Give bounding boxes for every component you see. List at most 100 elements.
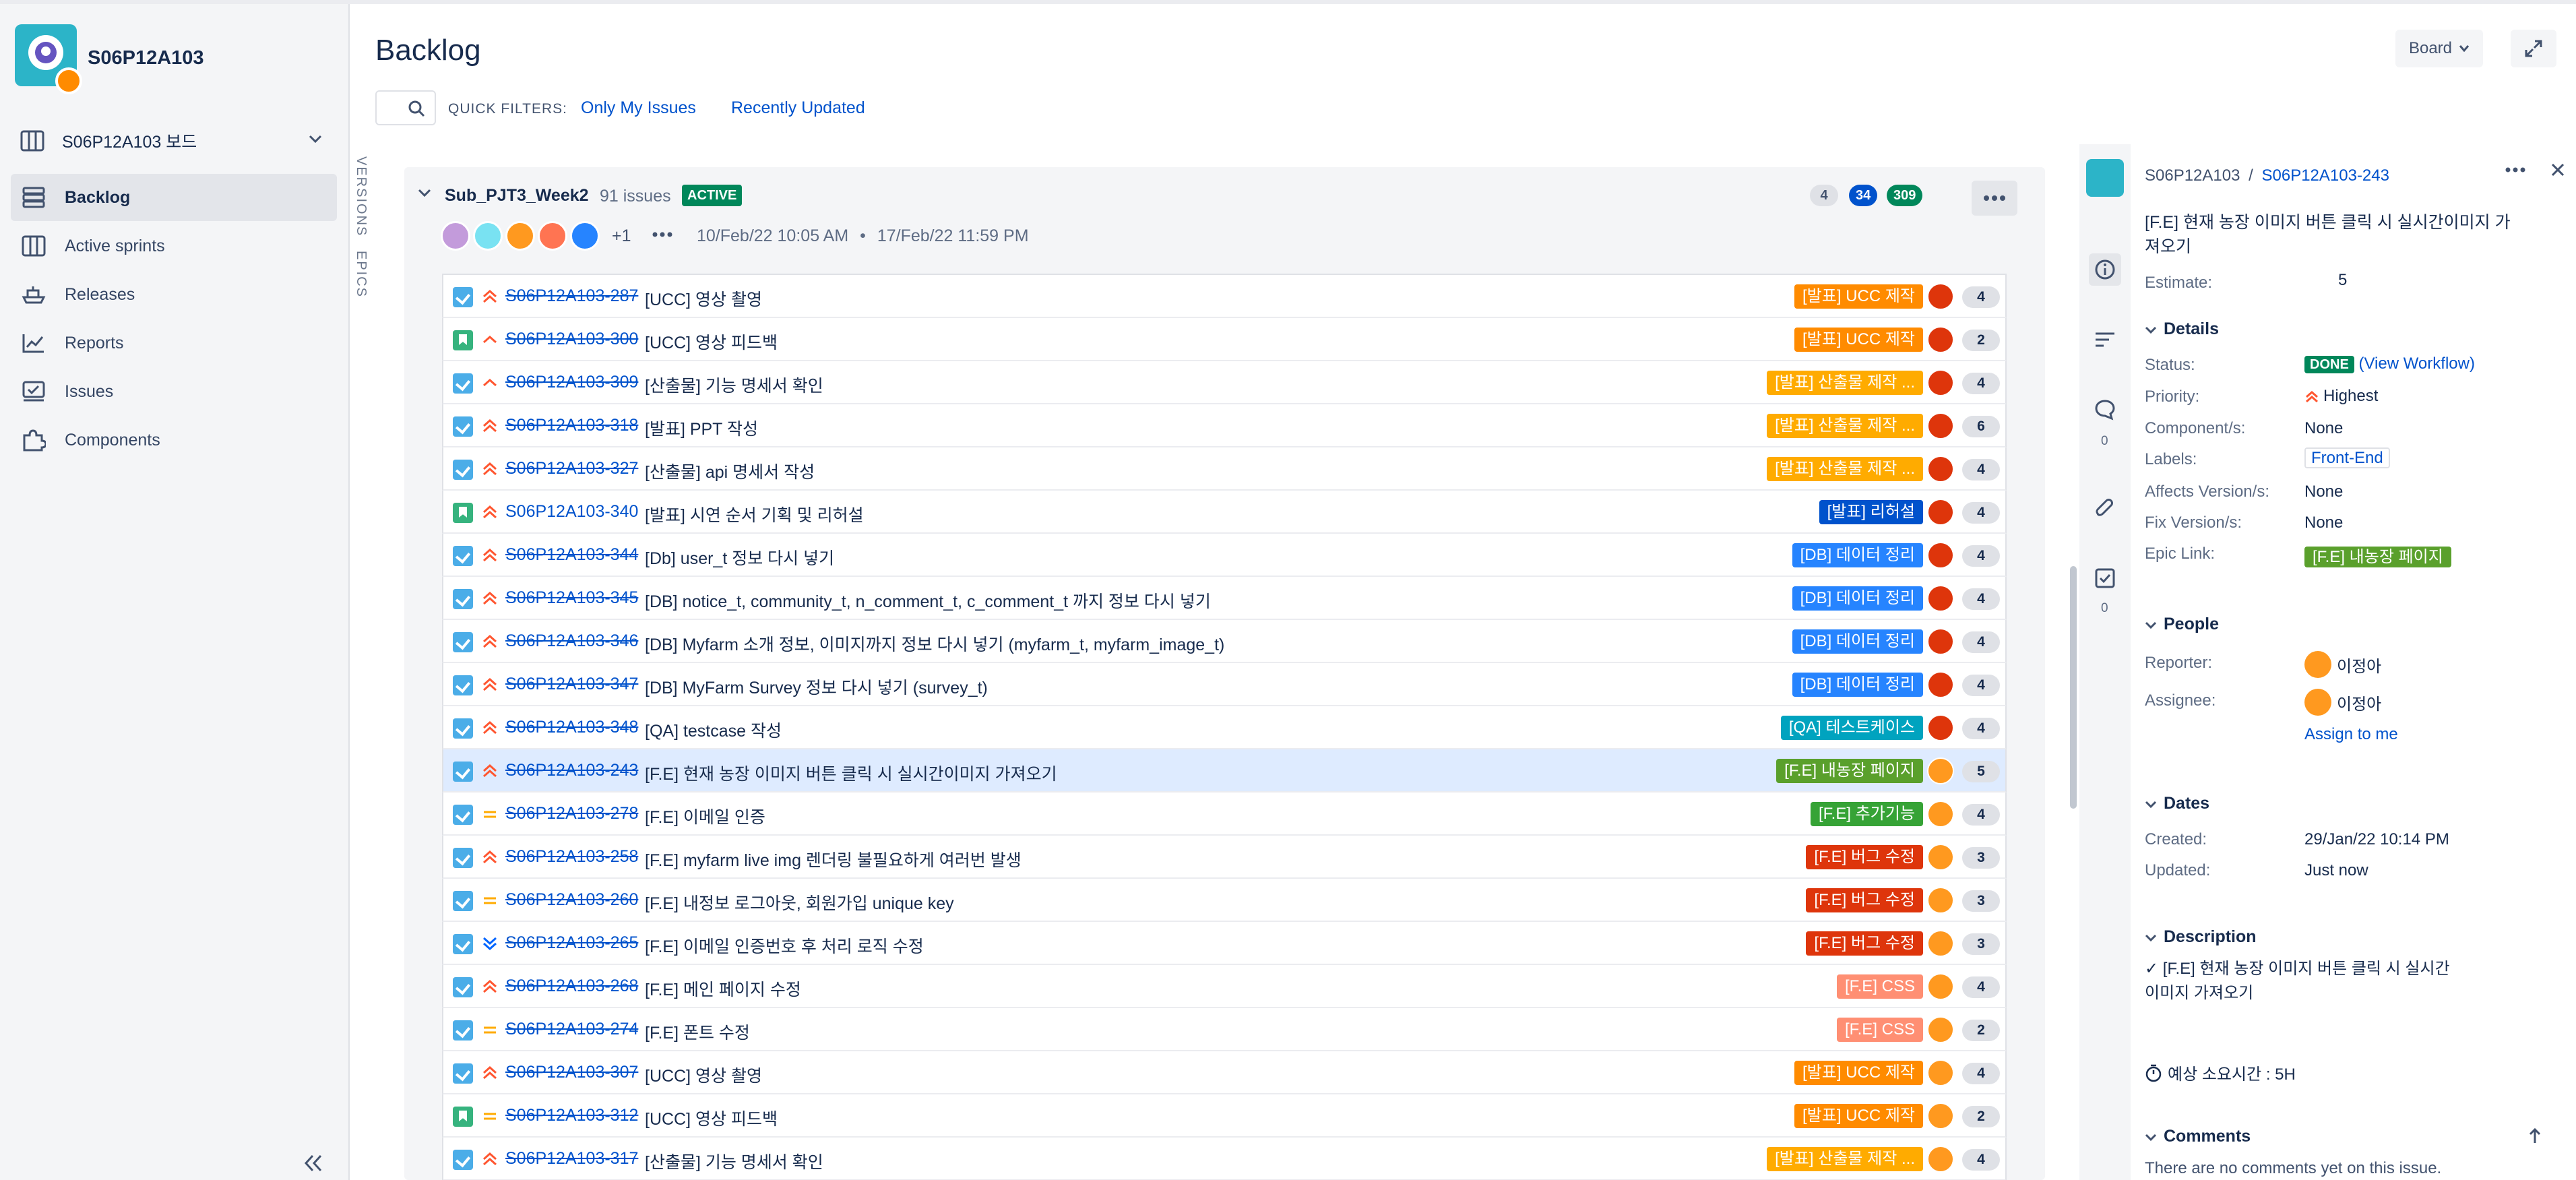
issue-key[interactable]: S06P12A103-278 xyxy=(505,804,638,824)
avatar[interactable] xyxy=(1927,714,1954,741)
avatar[interactable] xyxy=(1927,801,1954,828)
more-icon[interactable] xyxy=(2505,162,2525,178)
avatar[interactable] xyxy=(1927,283,1954,310)
sidebar-item-releases[interactable]: Releases xyxy=(11,271,337,318)
extra-assignees-count[interactable]: +1 xyxy=(612,226,631,246)
sidebar-item-components[interactable]: Components xyxy=(11,416,337,464)
issue-key[interactable]: S06P12A103-287 xyxy=(505,286,638,306)
people-section-heading[interactable]: People xyxy=(2145,615,2219,634)
epic-badge[interactable]: [F.E] 버그 수정 xyxy=(1806,845,1923,869)
sidebar-item-backlog[interactable]: Backlog xyxy=(11,174,337,221)
collapse-sidebar-icon[interactable] xyxy=(302,1154,323,1173)
assignee-value[interactable]: 이정아 xyxy=(2304,689,2381,716)
issue-row[interactable]: S06P12A103-274 [F.E] 폰트 수정 [F.E] CSS 2 xyxy=(442,1008,2007,1051)
dates-section-heading[interactable]: Dates xyxy=(2145,794,2209,813)
issue-row[interactable]: S06P12A103-345 [DB] notice_t, community_t… xyxy=(442,577,2007,620)
issue-row[interactable]: S06P12A103-317 [산출물] 기능 명세서 확인 [발표] 산출물 제작… xyxy=(442,1138,2007,1180)
project-avatar[interactable] xyxy=(2086,159,2124,197)
avatar[interactable] xyxy=(1927,1059,1954,1086)
tab-epics[interactable]: EPICS xyxy=(353,251,369,298)
avatar[interactable] xyxy=(1927,369,1954,396)
avatar[interactable] xyxy=(1927,412,1954,439)
reporter-value[interactable]: 이정아 xyxy=(2304,651,2381,678)
issue-key[interactable]: S06P12A103-317 xyxy=(505,1149,638,1169)
avatar[interactable] xyxy=(1927,542,1954,569)
avatar[interactable] xyxy=(1927,628,1954,655)
issue-key[interactable]: S06P12A103-268 xyxy=(505,976,638,996)
epic-badge[interactable]: [DB] 데이터 정리 xyxy=(1792,586,1923,611)
epic-badge[interactable]: [발표] 산출물 제작 ... xyxy=(1767,371,1923,395)
description-section-heading[interactable]: Description xyxy=(2145,927,2257,947)
issue-row[interactable]: S06P12A103-348 [QA] testcase 작성 [QA] 테스트케이… xyxy=(442,706,2007,749)
issue-row[interactable]: S06P12A103-243 [F.E] 현재 농장 이미지 버튼 클릭 시 실시… xyxy=(442,749,2007,793)
epic-badge[interactable]: [발표] 산출물 제작 ... xyxy=(1767,457,1923,481)
project-avatar[interactable] xyxy=(15,24,82,94)
issue-key[interactable]: S06P12A103-346 xyxy=(505,631,638,651)
epic-badge[interactable]: [F.E] CSS xyxy=(1836,974,1923,999)
epic-link-value[interactable]: [F.E] 내농장 페이지 xyxy=(2304,543,2451,567)
more-icon[interactable] xyxy=(652,232,672,237)
avatar[interactable] xyxy=(473,221,503,251)
epic-badge[interactable]: [발표] 산출물 제작 ... xyxy=(1767,414,1923,438)
assign-to-me-link[interactable]: Assign to me xyxy=(2304,725,2398,744)
status-badge[interactable]: DONE xyxy=(2304,356,2354,373)
sort-icon[interactable] xyxy=(2089,323,2121,356)
epic-badge[interactable]: [QA] 테스트케이스 xyxy=(1780,716,1923,740)
attachment-icon[interactable] xyxy=(2089,492,2121,524)
epic-badge[interactable]: [F.E] 버그 수정 xyxy=(1806,931,1923,956)
issue-key[interactable]: S06P12A103-340 xyxy=(505,502,638,522)
breadcrumb-project[interactable]: S06P12A103 xyxy=(2145,166,2240,185)
components-value[interactable]: None xyxy=(2304,419,2343,438)
label-tag[interactable]: Front-End xyxy=(2304,447,2390,468)
checklist-icon[interactable] xyxy=(2089,562,2121,594)
avatar[interactable] xyxy=(538,221,567,251)
issue-key[interactable]: S06P12A103-348 xyxy=(505,718,638,737)
issue-row[interactable]: S06P12A103-287 [UCC] 영상 촬영 [발표] UCC 제작 4 xyxy=(442,275,2007,318)
priority-value[interactable]: Highest xyxy=(2304,387,2378,406)
fullscreen-button[interactable] xyxy=(2511,30,2556,67)
avatar[interactable] xyxy=(1927,844,1954,871)
issue-key[interactable]: S06P12A103-312 xyxy=(505,1106,638,1125)
board-selector[interactable]: S06P12A103 보드 xyxy=(12,117,336,164)
view-workflow-link[interactable]: (View Workflow) xyxy=(2358,354,2474,373)
epic-badge[interactable]: [DB] 데이터 정리 xyxy=(1792,629,1923,654)
issue-row[interactable]: S06P12A103-346 [DB] Myfarm 소개 정보, 이미지까지 정… xyxy=(442,620,2007,663)
fix-version-value[interactable]: None xyxy=(2304,514,2343,532)
issue-row[interactable]: S06P12A103-318 [발표] PPT 작성 [발표] 산출물 제작 ...… xyxy=(442,404,2007,447)
avatar[interactable] xyxy=(1927,1146,1954,1173)
sprint-more-button[interactable] xyxy=(1972,181,2017,216)
sort-arrow-icon[interactable] xyxy=(2528,1127,2542,1144)
epic-badge[interactable]: [F.E] 추가기능 xyxy=(1811,802,1923,826)
chevron-down-icon[interactable] xyxy=(418,189,431,198)
avatar[interactable] xyxy=(1927,456,1954,483)
issue-row[interactable]: S06P12A103-300 [UCC] 영상 피드백 [발표] UCC 제작 2 xyxy=(442,318,2007,361)
avatar[interactable] xyxy=(1927,887,1954,914)
issue-key[interactable]: S06P12A103-265 xyxy=(505,933,638,953)
avatar[interactable] xyxy=(505,221,535,251)
sprint-name[interactable]: Sub_PJT3_Week2 xyxy=(445,186,589,206)
comment-icon[interactable] xyxy=(2089,394,2121,426)
issue-key[interactable]: S06P12A103-309 xyxy=(505,373,638,392)
details-section-heading[interactable]: Details xyxy=(2145,319,2219,339)
avatar[interactable] xyxy=(1927,1103,1954,1129)
epic-badge[interactable]: [F.E] 버그 수정 xyxy=(1806,888,1923,912)
filter-recently-updated[interactable]: Recently Updated xyxy=(731,98,865,118)
scrollbar[interactable] xyxy=(2070,566,2077,809)
avatar[interactable] xyxy=(441,221,470,251)
breadcrumb-issue-key[interactable]: S06P12A103-243 xyxy=(2261,166,2389,185)
avatar[interactable] xyxy=(1927,1016,1954,1043)
issue-key[interactable]: S06P12A103-300 xyxy=(505,330,638,349)
avatar[interactable] xyxy=(1927,757,1954,784)
avatar[interactable] xyxy=(570,221,600,251)
filter-only-my-issues[interactable]: Only My Issues xyxy=(581,98,696,118)
issue-title[interactable]: [F.E] 현재 농장 이미지 버튼 클릭 시 실시간이미지 가져오기 xyxy=(2145,210,2522,259)
epic-badge[interactable]: [발표] UCC 제작 xyxy=(1794,328,1923,352)
issue-row[interactable]: S06P12A103-307 [UCC] 영상 촬영 [발표] UCC 제작 4 xyxy=(442,1051,2007,1094)
epic-badge[interactable]: [발표] UCC 제작 xyxy=(1794,1104,1923,1128)
issue-row[interactable]: S06P12A103-278 [F.E] 이메일 인증 [F.E] 추가기능 4 xyxy=(442,793,2007,836)
issue-row[interactable]: S06P12A103-309 [산출물] 기능 명세서 확인 [발표] 산출물 제작… xyxy=(442,361,2007,404)
search-input[interactable] xyxy=(375,90,436,125)
issue-key[interactable]: S06P12A103-345 xyxy=(505,588,638,608)
issue-key[interactable]: S06P12A103-327 xyxy=(505,459,638,478)
sidebar-item-issues[interactable]: Issues xyxy=(11,368,337,415)
